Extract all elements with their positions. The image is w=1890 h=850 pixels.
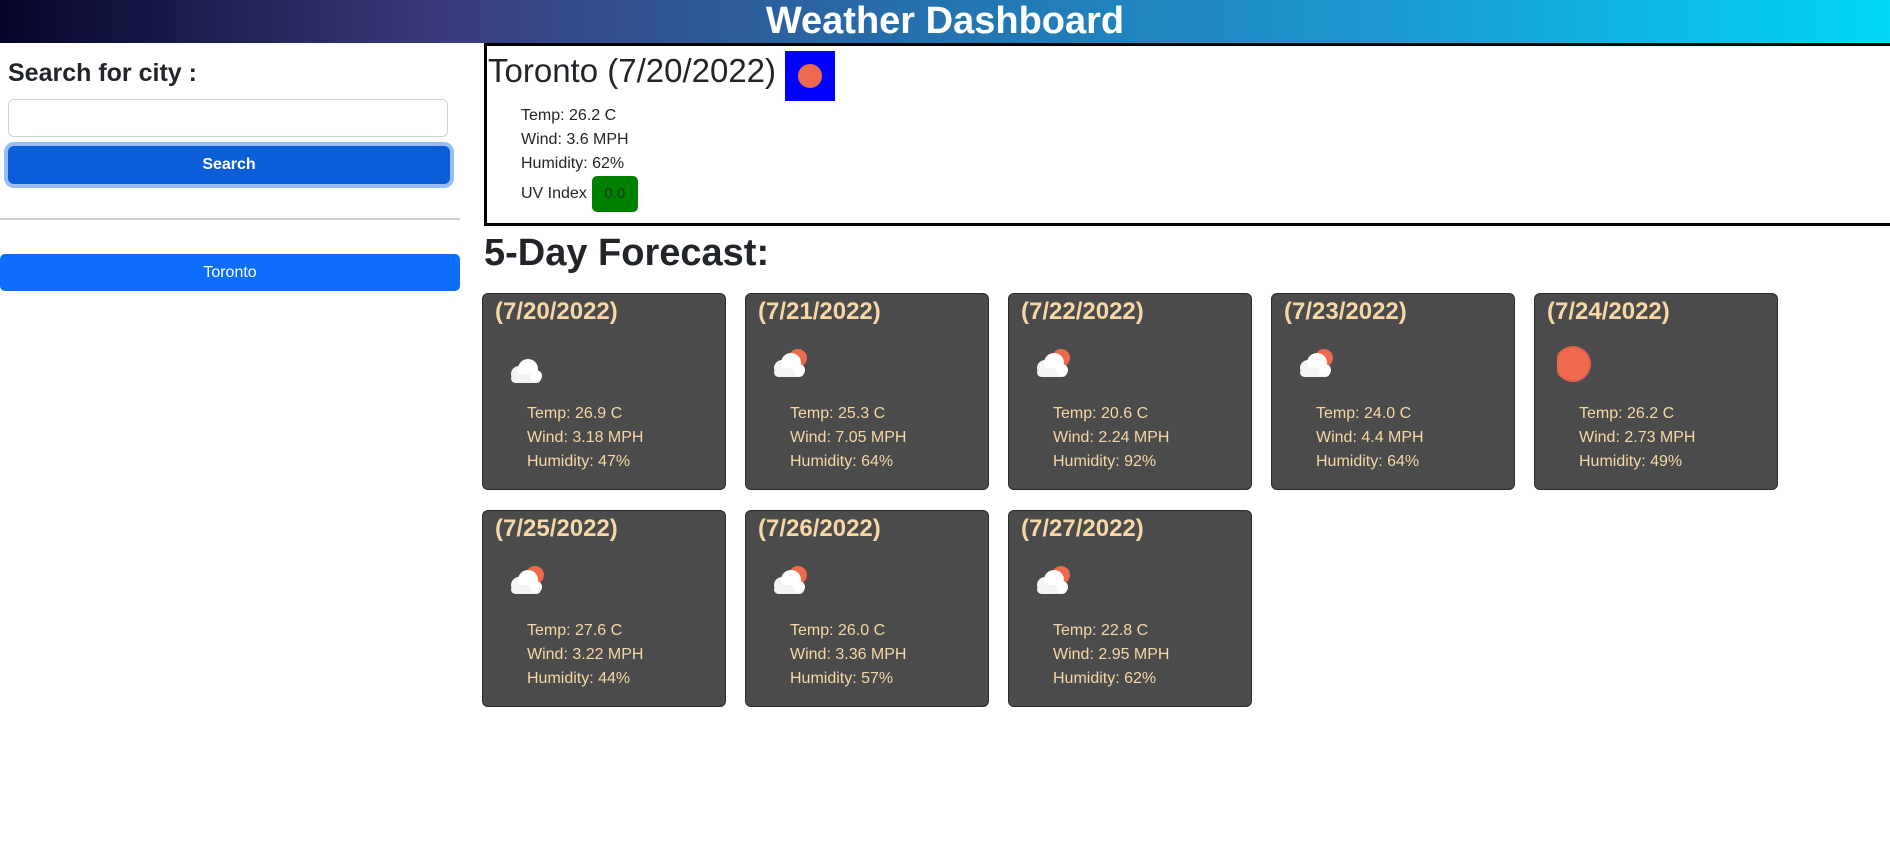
forecast-stats: Temp: 22.8 C Wind: 2.95 MPH Humidity: 62% [1053, 619, 1169, 691]
forecast-temp: Temp: 22.8 C [1053, 622, 1149, 639]
forecast-date: (7/21/2022) [758, 298, 881, 325]
forecast-card: (7/24/2022) Temp: 26.2 C Wind: 2.73 MPH Hum… [1534, 293, 1778, 490]
forecast-card: (7/23/2022) Temp: 24.0 C Wind: 4.4 MPH Humi… [1271, 293, 1515, 490]
forecast-date: (7/26/2022) [758, 515, 881, 542]
forecast-date: (7/24/2022) [1547, 298, 1670, 325]
forecast-wind: Wind: 2.73 MPH [1579, 429, 1696, 446]
forecast-stats: Temp: 27.6 C Wind: 3.22 MPH Humidity: 44% [527, 619, 643, 691]
forecast-wind: Wind: 2.24 MPH [1053, 429, 1170, 446]
uv-index-badge: 0.0 [591, 176, 638, 212]
sidebar: Search for city : Search Toronto [0, 43, 460, 850]
cloud-icon [505, 352, 553, 388]
uv-index-row: UV Index 0.0 [521, 176, 638, 212]
history-city-button[interactable]: Toronto [0, 254, 460, 291]
partly-cloudy-icon [1031, 346, 1079, 382]
page-title: Weather Dashboard [765, 0, 1125, 42]
partly-cloudy-icon [505, 563, 553, 599]
partly-cloudy-icon [1294, 346, 1342, 382]
forecast-temp: Temp: 26.0 C [790, 622, 886, 639]
sun-icon [1555, 346, 1605, 382]
forecast-wind: Wind: 2.95 MPH [1053, 646, 1170, 663]
forecast-card: (7/20/2022) Temp: 26.9 C Wind: 3.18 MPH Hum… [482, 293, 726, 490]
forecast-stats: Temp: 25.3 C Wind: 7.05 MPH Humidity: 64% [790, 402, 906, 474]
forecast-temp: Temp: 26.9 C [527, 405, 623, 422]
partly-cloudy-icon [768, 346, 816, 382]
forecast-humidity: Humidity: 92% [1053, 453, 1157, 470]
forecast-temp: Temp: 26.2 C [1579, 405, 1675, 422]
forecast-temp: Temp: 25.3 C [790, 405, 886, 422]
forecast-wind: Wind: 7.05 MPH [790, 429, 907, 446]
forecast-card: (7/27/2022) Temp: 22.8 C Wind: 2.95 MPH Hum… [1008, 510, 1252, 707]
forecast-stats: Temp: 26.9 C Wind: 3.18 MPH Humidity: 47% [527, 402, 643, 474]
forecast-date: (7/20/2022) [495, 298, 618, 325]
forecast-date: (7/23/2022) [1284, 298, 1407, 325]
city-search-input[interactable] [8, 99, 448, 137]
forecast-card: (7/22/2022) Temp: 20.6 C Wind: 2.24 MPH Hum… [1008, 293, 1252, 490]
forecast-date: (7/27/2022) [1021, 515, 1144, 542]
forecast-humidity: Humidity: 47% [527, 453, 631, 470]
partly-cloudy-icon [768, 563, 816, 599]
current-wind: Wind: 3.6 MPH [521, 131, 629, 148]
current-weather-panel: Toronto (7/20/2022) Temp: 26.2 C Wind: 3… [484, 43, 1890, 226]
current-stats: Temp: 26.2 C Wind: 3.6 MPH Humidity: 62%… [521, 104, 638, 212]
forecast-stats: Temp: 26.2 C Wind: 2.73 MPH Humidity: 49% [1579, 402, 1695, 474]
forecast-wind: Wind: 3.36 MPH [790, 646, 907, 663]
sidebar-divider [0, 218, 460, 220]
forecast-wind: Wind: 4.4 MPH [1316, 429, 1424, 446]
current-temp: Temp: 26.2 C [521, 107, 617, 124]
forecast-stats: Temp: 20.6 C Wind: 2.24 MPH Humidity: 92% [1053, 402, 1169, 474]
sun-icon [785, 51, 835, 101]
forecast-wind: Wind: 3.22 MPH [527, 646, 644, 663]
search-button[interactable]: Search [8, 146, 450, 184]
forecast-stats: Temp: 24.0 C Wind: 4.4 MPH Humidity: 64% [1316, 402, 1424, 474]
forecast-humidity: Humidity: 64% [790, 453, 894, 470]
forecast-humidity: Humidity: 44% [527, 670, 631, 687]
forecast-humidity: Humidity: 49% [1579, 453, 1683, 470]
search-label: Search for city : [8, 59, 197, 87]
forecast-card: (7/26/2022) Temp: 26.0 C Wind: 3.36 MPH Hum… [745, 510, 989, 707]
current-humidity: Humidity: 62% [521, 155, 625, 172]
forecast-humidity: Humidity: 62% [1053, 670, 1157, 687]
current-city-title: Toronto (7/20/2022) [488, 52, 777, 89]
forecast-wind: Wind: 3.18 MPH [527, 429, 644, 446]
forecast-temp: Temp: 24.0 C [1316, 405, 1412, 422]
app-header: Weather Dashboard [0, 0, 1890, 43]
forecast-card: (7/25/2022) Temp: 27.6 C Wind: 3.22 MPH Hum… [482, 510, 726, 707]
forecast-date: (7/25/2022) [495, 515, 618, 542]
forecast-temp: Temp: 20.6 C [1053, 405, 1149, 422]
partly-cloudy-icon [1031, 563, 1079, 599]
forecast-date: (7/22/2022) [1021, 298, 1144, 325]
forecast-stats: Temp: 26.0 C Wind: 3.36 MPH Humidity: 57% [790, 619, 906, 691]
forecast-humidity: Humidity: 64% [1316, 453, 1420, 470]
forecast-humidity: Humidity: 57% [790, 670, 894, 687]
forecast-card: (7/21/2022) Temp: 25.3 C Wind: 7.05 MPH Hum… [745, 293, 989, 490]
forecast-heading: 5-Day Forecast: [484, 232, 770, 274]
uv-index-label: UV Index [521, 185, 587, 202]
forecast-temp: Temp: 27.6 C [527, 622, 623, 639]
